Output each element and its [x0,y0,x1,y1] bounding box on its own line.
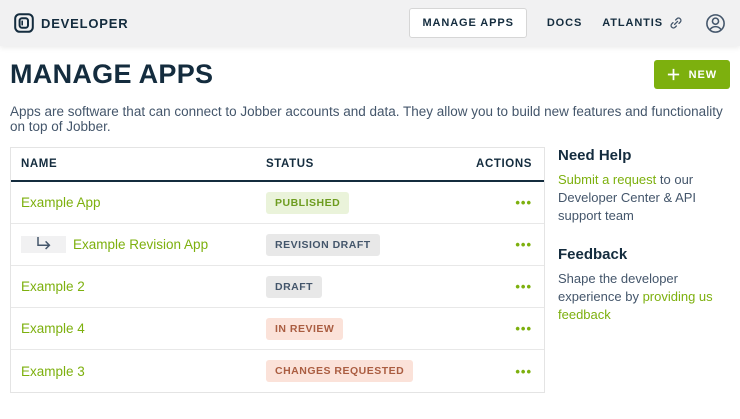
account-button[interactable] [705,13,726,34]
row-actions-button[interactable]: ••• [515,365,532,378]
row-actions-button[interactable]: ••• [515,322,532,335]
column-header-status: STATUS [266,158,474,170]
table-row: Example App PUBLISHED ••• [11,182,544,224]
apps-table-body: Example App PUBLISHED ••• Example Revisi… [11,182,544,392]
row-actions-button[interactable]: ••• [515,280,532,293]
nav-item-atlantis[interactable]: ATLANTIS [602,16,683,30]
status-badge: REVISION DRAFT [266,234,380,256]
account-icon [705,13,726,34]
child-indicator-cell [21,236,66,253]
table-row: Example 3 CHANGES REQUESTED ••• [11,350,544,392]
help-sidebar: Need Help Submit a request to our Develo… [558,147,730,324]
apps-table: NAME STATUS ACTIONS Example App PUBLISHE… [10,147,545,393]
table-row: Example Revision App REVISION DRAFT ••• [11,224,544,266]
plus-icon [667,68,680,81]
new-app-button-label: NEW [689,69,717,81]
table-row: Example 2 DRAFT ••• [11,266,544,308]
page-description: Apps are software that can connect to Jo… [0,104,740,134]
app-name-link[interactable]: Example Revision App [73,237,208,252]
row-actions-button[interactable]: ••• [515,238,532,251]
logo-cube-icon [14,13,34,33]
new-app-button[interactable]: NEW [654,60,730,89]
status-badge: DRAFT [266,276,322,298]
table-header-row: NAME STATUS ACTIONS [11,148,544,182]
feedback-section: Feedback Shape the developer experience … [558,246,730,325]
jobber-developer-logo[interactable]: DEVELOPER [14,13,128,33]
status-badge: IN REVIEW [266,318,343,340]
row-actions-button[interactable]: ••• [515,196,532,209]
need-help-heading: Need Help [558,147,730,164]
app-name-link[interactable]: Example App [21,195,101,210]
status-badge: CHANGES REQUESTED [266,360,413,382]
app-header: DEVELOPER MANAGE APPS DOCS ATLANTIS [0,0,740,46]
external-link-icon [669,16,683,30]
app-name-link[interactable]: Example 3 [21,364,85,379]
need-help-text: Submit a request to our Developer Center… [558,171,730,226]
column-header-actions: ACTIONS [474,158,544,170]
child-arrow-icon [34,236,53,253]
need-help-section: Need Help Submit a request to our Develo… [558,147,730,226]
page-title: MANAGE APPS [10,59,213,90]
nav-item-docs[interactable]: DOCS [547,17,582,29]
status-badge: PUBLISHED [266,192,349,214]
column-header-name: NAME [11,158,266,170]
logo-label: DEVELOPER [41,16,128,31]
app-name-link[interactable]: Example 4 [21,321,85,336]
nav-item-manage-apps[interactable]: MANAGE APPS [409,8,526,38]
app-name-link[interactable]: Example 2 [21,279,85,294]
header-nav: MANAGE APPS DOCS ATLANTIS [409,8,726,38]
table-row: Example 4 IN REVIEW ••• [11,308,544,350]
submit-request-link[interactable]: Submit a request [558,172,656,187]
feedback-text: Shape the developer experience by provid… [558,270,730,325]
feedback-heading: Feedback [558,246,730,263]
